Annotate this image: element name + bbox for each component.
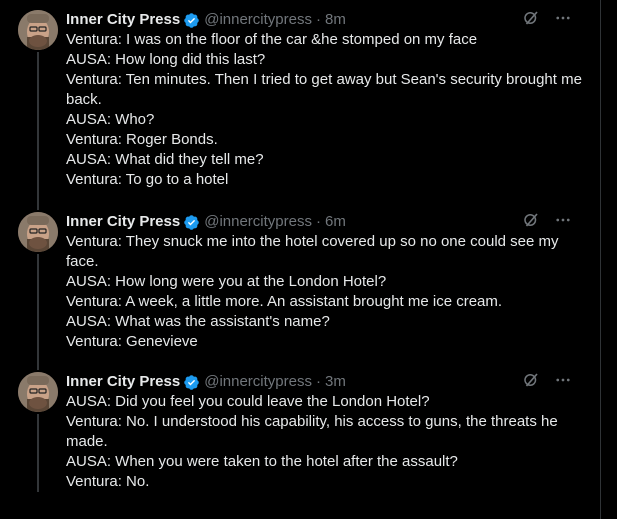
- avatar[interactable]: [18, 10, 58, 50]
- tweet-line: Ventura: Ten minutes. Then I tried to ge…: [66, 71, 582, 108]
- tweet-line: Ventura: Roger Bonds.: [66, 131, 218, 148]
- tweet-line: Ventura: They snuck me into the hotel co…: [66, 233, 559, 270]
- tweet-line: Ventura: To go to a hotel: [66, 171, 229, 188]
- tweet-1[interactable]: Inner City Press @innercitypress · 8m Ve…: [0, 0, 600, 202]
- tweet-actions: [522, 10, 572, 30]
- tweet-actions: [522, 212, 572, 232]
- avatar-image: [18, 212, 58, 252]
- tweet-text: Ventura: They snuck me into the hotel co…: [66, 232, 586, 352]
- tweet-header: Inner City Press @innercitypress · 3m: [66, 372, 586, 392]
- grok-icon[interactable]: [522, 371, 540, 394]
- tweet-2[interactable]: Inner City Press @innercitypress · 6m Ve…: [0, 200, 600, 362]
- tweet-line: AUSA: How long did this last?: [66, 51, 266, 68]
- thread-connector-line: [37, 200, 39, 210]
- tweet-line: AUSA: How long were you at the London Ho…: [66, 273, 387, 290]
- tweet-3[interactable]: Inner City Press @innercitypress · 3m AU…: [0, 360, 600, 519]
- tweet-line: AUSA: Who?: [66, 111, 155, 128]
- tweet-line: AUSA: Did you feel you could leave the L…: [66, 393, 430, 410]
- tweet-line: Ventura: I was on the floor of the car &…: [66, 31, 478, 48]
- tweet-line: Ventura: No.: [66, 473, 150, 490]
- more-options-icon[interactable]: [554, 9, 572, 32]
- tweet-line: Ventura: A week, a little more. An assis…: [66, 293, 503, 310]
- tweet-header: Inner City Press @innercitypress · 8m: [66, 10, 586, 30]
- author-handle[interactable]: @innercitypress: [204, 10, 312, 30]
- avatar[interactable]: [18, 372, 58, 412]
- more-options-icon[interactable]: [554, 211, 572, 234]
- avatar-image: [18, 10, 58, 50]
- grok-icon[interactable]: [522, 211, 540, 234]
- thread-connector-line: [37, 414, 39, 492]
- author-name[interactable]: Inner City Press: [66, 212, 180, 232]
- timestamp[interactable]: 3m: [325, 372, 346, 392]
- avatar-image: [18, 372, 58, 412]
- author-name[interactable]: Inner City Press: [66, 372, 180, 392]
- tweet-line: AUSA: When you were taken to the hotel a…: [66, 453, 458, 470]
- separator-dot: ·: [315, 213, 321, 230]
- thread-timeline: Inner City Press @innercitypress · 8m Ve…: [0, 0, 601, 519]
- author-handle[interactable]: @innercitypress: [204, 212, 312, 232]
- author-handle[interactable]: @innercitypress: [204, 372, 312, 392]
- verified-badge-icon: [183, 374, 200, 391]
- tweet-text: AUSA: Did you feel you could leave the L…: [66, 392, 586, 492]
- thread-connector-line: [37, 360, 39, 370]
- tweet-line: Ventura: No. I understood his capability…: [66, 413, 558, 450]
- tweet-header: Inner City Press @innercitypress · 6m: [66, 212, 586, 232]
- timestamp[interactable]: 6m: [325, 212, 346, 232]
- tweet-text: Ventura: I was on the floor of the car &…: [66, 30, 586, 190]
- tweet-line: AUSA: What was the assistant's name?: [66, 313, 330, 330]
- grok-icon[interactable]: [522, 9, 540, 32]
- tweet-line: AUSA: What did they tell me?: [66, 151, 264, 168]
- tweet-line: Ventura: Genevieve: [66, 333, 198, 350]
- verified-badge-icon: [183, 214, 200, 231]
- more-options-icon[interactable]: [554, 371, 572, 394]
- author-name[interactable]: Inner City Press: [66, 10, 180, 30]
- thread-connector-line: [37, 52, 39, 202]
- separator-dot: ·: [315, 11, 321, 28]
- thread-connector-line: [37, 254, 39, 362]
- tweet-actions: [522, 372, 572, 392]
- separator-dot: ·: [315, 373, 321, 390]
- verified-badge-icon: [183, 12, 200, 29]
- timestamp[interactable]: 8m: [325, 10, 346, 30]
- avatar[interactable]: [18, 212, 58, 252]
